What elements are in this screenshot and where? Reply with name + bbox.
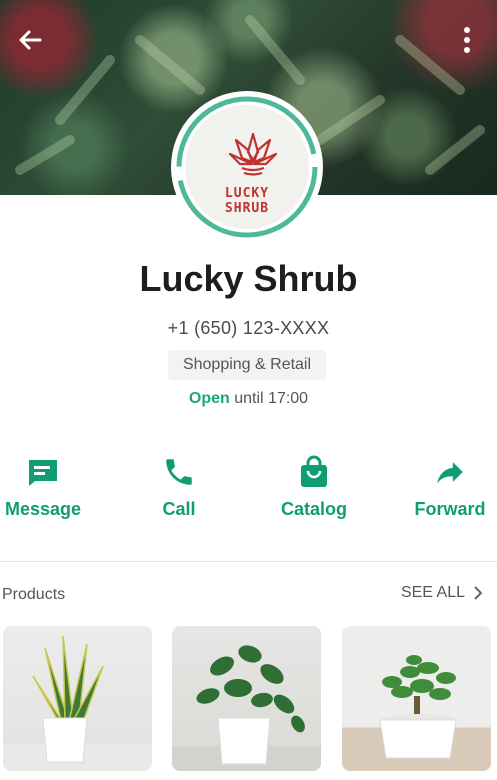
catalog-label: Catalog <box>280 499 347 519</box>
forward-label: Forward <box>414 499 486 519</box>
call-label: Call <box>162 499 196 519</box>
business-name: Lucky Shrub <box>139 258 358 299</box>
product-thumbnail-snake-plant[interactable] <box>3 626 152 771</box>
more-vertical-icon[interactable] <box>455 24 479 56</box>
see-all-label: SEE ALL <box>400 584 465 601</box>
call-button[interactable]: Call <box>124 455 234 520</box>
message-label: Message <box>4 499 82 519</box>
product-thumbnail-jade-plant[interactable] <box>342 626 491 771</box>
open-status: Open <box>188 390 230 407</box>
message-icon <box>26 455 60 489</box>
forward-icon <box>433 455 467 489</box>
logo-text-line1: LUCKY <box>224 186 270 201</box>
message-button[interactable]: Message <box>0 455 98 520</box>
products-heading: Products <box>2 586 66 603</box>
section-divider <box>0 561 497 562</box>
phone-icon <box>162 455 196 489</box>
business-phone[interactable]: +1 (650) 123-XXXX <box>0 318 497 339</box>
business-hours: Open until 17:00 <box>0 390 497 408</box>
business-logo: LUCKY SHRUB <box>171 91 323 243</box>
chevron-right-icon <box>474 586 483 600</box>
category-badge: Shopping & Retail <box>168 350 326 380</box>
hours-until: until 17:00 <box>229 390 309 407</box>
catalog-button[interactable]: Catalog <box>259 455 369 520</box>
logo-text-line2: SHRUB <box>224 201 270 216</box>
forward-button[interactable]: Forward <box>395 455 497 520</box>
shopping-bag-icon <box>297 455 331 489</box>
back-arrow-icon[interactable] <box>14 24 46 56</box>
product-thumbnail-pothos[interactable] <box>172 626 321 771</box>
see-all-link[interactable]: SEE ALL <box>401 584 483 602</box>
